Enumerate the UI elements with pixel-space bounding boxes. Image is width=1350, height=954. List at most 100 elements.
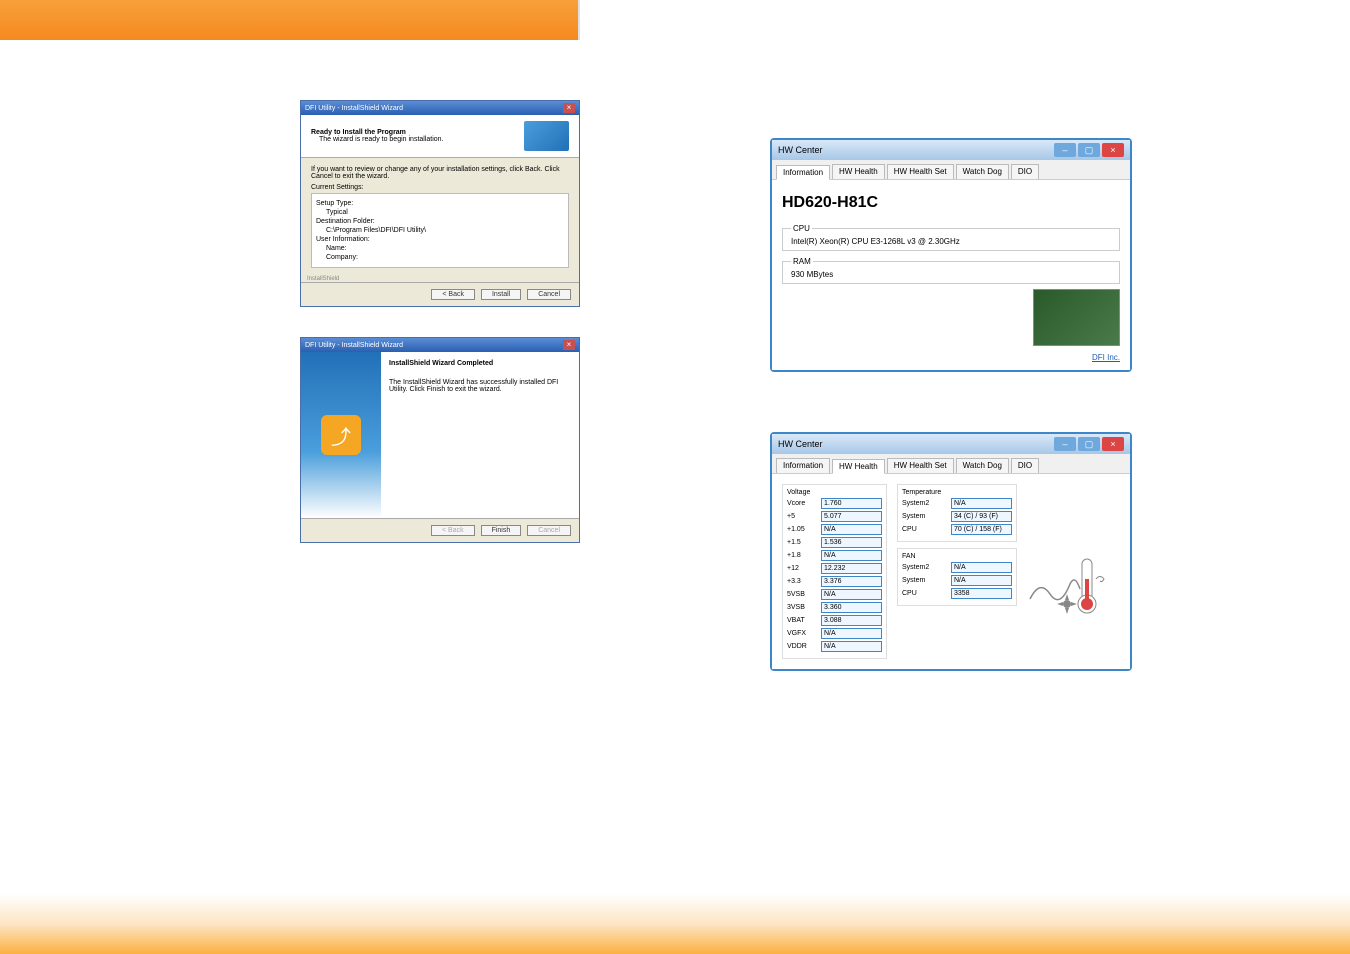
voltage-value: 12.232 xyxy=(821,563,882,574)
setup-type-label: Setup Type: xyxy=(316,200,564,207)
voltage-row: +3.3 3.376 xyxy=(787,576,882,587)
tab-hw-health-set[interactable]: HW Health Set xyxy=(887,164,954,179)
tab-dio[interactable]: DIO xyxy=(1011,164,1039,179)
hw-title-text: HW Center xyxy=(778,439,823,449)
settings-panel: Setup Type: Typical Destination Folder: … xyxy=(311,193,569,268)
back-button[interactable]: < Back xyxy=(431,289,475,300)
user-info-label: User Information: xyxy=(316,236,564,243)
temp-name: System2 xyxy=(902,500,929,507)
wizard-side-image: ⤴ xyxy=(301,352,381,518)
board-name: HD620-H81C xyxy=(782,194,1120,212)
dest-folder-label: Destination Folder: xyxy=(316,218,564,225)
hw-center-hw-health: HW Center – ▢ × Information HW Health HW… xyxy=(770,432,1132,671)
wizard-footer: < Back Install Cancel xyxy=(301,282,579,306)
page-top-white xyxy=(578,0,1350,40)
wizard-footer: < Back Finish Cancel xyxy=(301,518,579,542)
fan-value: 3358 xyxy=(951,588,1012,599)
dfi-link[interactable]: DFI Inc. xyxy=(1092,353,1120,362)
hw-health-body: Voltage Vcore1.760 +5 5.077 +1.05N/A +1.5 1.5… xyxy=(772,474,1130,669)
temp-value: 34 (C) / 93 (F) xyxy=(951,511,1012,522)
wizard-title-bar: DFI Utility - InstallShield Wizard × xyxy=(301,101,579,115)
wizard-title-text: DFI Utility - InstallShield Wizard xyxy=(305,342,403,349)
voltage-name: +12 xyxy=(787,565,799,572)
tab-hw-health[interactable]: HW Health xyxy=(832,459,885,474)
installer-icon xyxy=(524,121,569,151)
maximize-icon[interactable]: ▢ xyxy=(1078,143,1100,157)
thermometer-icon xyxy=(1020,549,1110,619)
name-label: Name: xyxy=(326,245,564,252)
fan-name: System xyxy=(902,577,925,584)
box-icon: ⤴ xyxy=(321,415,361,455)
finish-button[interactable]: Finish xyxy=(481,525,522,536)
tab-watch-dog[interactable]: Watch Dog xyxy=(956,164,1009,179)
close-icon[interactable]: × xyxy=(563,103,575,113)
temp-label: Temperature xyxy=(902,489,1012,496)
voltage-row: VBAT 3.088 xyxy=(787,615,882,626)
wizard-content: InstallShield Wizard Completed The Insta… xyxy=(381,352,579,518)
voltage-name: 5VSB xyxy=(787,591,805,598)
fan-label: FAN xyxy=(902,553,1012,560)
fan-row: CPU 3358 xyxy=(902,588,1012,599)
voltage-value: 3.088 xyxy=(821,615,882,626)
voltage-value: N/A xyxy=(821,524,882,535)
voltage-value: 5.077 xyxy=(821,511,882,522)
voltage-name: +3.3 xyxy=(787,578,801,585)
voltage-value: 3.376 xyxy=(821,576,882,587)
voltage-name: VGFX xyxy=(787,630,806,637)
voltage-row: 5VSBN/A xyxy=(787,589,882,600)
wizard-body-text: The InstallShield Wizard has successfull… xyxy=(389,379,571,393)
voltage-label: Voltage xyxy=(787,489,882,496)
tab-information[interactable]: Information xyxy=(776,458,830,473)
tab-hw-health-set[interactable]: HW Health Set xyxy=(887,458,954,473)
hw-body: HD620-H81C CPU Intel(R) Xeon(R) CPU E3-1… xyxy=(772,180,1130,370)
tab-hw-health[interactable]: HW Health xyxy=(832,164,885,179)
wizard-subheading: The wizard is ready to begin installatio… xyxy=(319,136,444,143)
install-button[interactable]: Install xyxy=(481,289,521,300)
close-icon[interactable]: × xyxy=(1102,437,1124,451)
page-bottom-gradient xyxy=(0,894,1350,954)
fan-box: FAN System2N/A System N/A CPU 3358 xyxy=(897,548,1017,606)
voltage-name: VBAT xyxy=(787,617,805,624)
setup-type-value: Typical xyxy=(326,209,564,216)
fan-name: CPU xyxy=(902,590,917,597)
fan-row: System2N/A xyxy=(902,562,1012,573)
maximize-icon[interactable]: ▢ xyxy=(1078,437,1100,451)
voltage-row: +1.05N/A xyxy=(787,524,882,535)
tab-dio[interactable]: DIO xyxy=(1011,458,1039,473)
voltage-value: 1.536 xyxy=(821,537,882,548)
minimize-icon[interactable]: – xyxy=(1054,143,1076,157)
voltage-row: +1.5 1.536 xyxy=(787,537,882,548)
wizard-heading: Ready to Install the Program xyxy=(311,129,444,136)
wizard-title-text: DFI Utility - InstallShield Wizard xyxy=(305,105,403,112)
voltage-name: VDDR xyxy=(787,643,807,650)
temperature-row: CPU70 (C) / 158 (F) xyxy=(902,524,1012,535)
wizard-heading: InstallShield Wizard Completed xyxy=(389,360,571,367)
voltage-row: +12 12.232 xyxy=(787,563,882,574)
temperature-row: System 34 (C) / 93 (F) xyxy=(902,511,1012,522)
voltage-row: +1.8N/A xyxy=(787,550,882,561)
wizard-title-bar: DFI Utility - InstallShield Wizard × xyxy=(301,338,579,352)
motherboard-image xyxy=(1033,289,1120,346)
temp-name: System xyxy=(902,513,925,520)
voltage-value: 1.760 xyxy=(821,498,882,509)
temp-value: 70 (C) / 158 (F) xyxy=(951,524,1012,535)
voltage-value: N/A xyxy=(821,641,882,652)
minimize-icon[interactable]: – xyxy=(1054,437,1076,451)
voltage-name: +1.5 xyxy=(787,539,801,546)
back-button: < Back xyxy=(431,525,475,536)
ram-legend: RAM xyxy=(791,257,813,266)
cpu-value: Intel(R) Xeon(R) CPU E3-1268L v3 @ 2.30G… xyxy=(791,237,960,246)
close-icon[interactable]: × xyxy=(563,340,575,350)
tab-information[interactable]: Information xyxy=(776,165,830,180)
close-icon[interactable]: × xyxy=(1102,143,1124,157)
voltage-row: Vcore1.760 xyxy=(787,498,882,509)
fan-value: N/A xyxy=(951,575,1012,586)
temperature-box: Temperature System2N/ASystem34 (C) / 93 … xyxy=(897,484,1017,542)
ram-value: 930 MBytes xyxy=(791,270,833,279)
hw-title-bar: HW Center – ▢ × xyxy=(772,434,1130,454)
tab-watch-dog[interactable]: Watch Dog xyxy=(956,458,1009,473)
hw-tabs: Information HW Health HW Health Set Watc… xyxy=(772,160,1130,180)
cancel-button[interactable]: Cancel xyxy=(527,289,571,300)
voltage-row: VDDR N/A xyxy=(787,641,882,652)
voltage-name: +5 xyxy=(787,513,795,520)
